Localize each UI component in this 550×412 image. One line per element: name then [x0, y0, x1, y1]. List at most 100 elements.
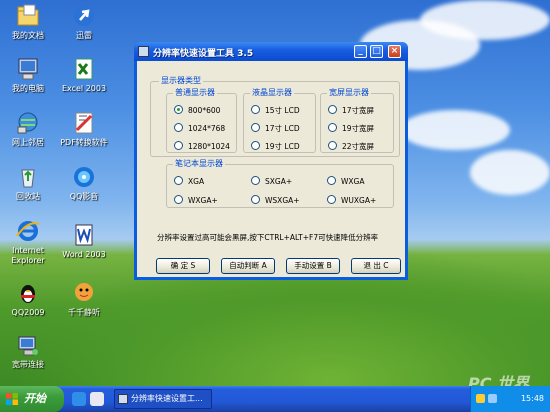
qq-player-shortcut[interactable]: QQ影音 [54, 164, 114, 202]
computer-icon [15, 56, 41, 82]
manual-set-button[interactable]: 手动设置 B [286, 258, 340, 274]
my-documents-shortcut[interactable]: 我的文档 [0, 3, 58, 41]
radio-dot [251, 105, 260, 114]
wide-display-group: 宽屏显示器 17寸宽屏 19寸宽屏 22寸宽屏 [320, 88, 394, 153]
desktop-icon-label: 千千静听 [68, 308, 100, 317]
radio-label: 800*600 [188, 106, 221, 115]
title-bar[interactable]: 分辨率快速设置工具 3.5 _ □ × [134, 42, 408, 61]
network-places-shortcut[interactable]: 网上邻居 [0, 110, 58, 148]
radio-dot [251, 123, 260, 132]
system-tray: 15:48 [470, 386, 550, 412]
desktop-icon-label: Internet Explorer [11, 246, 45, 265]
hint-text: 分辨率设置过高可能会黑屏,按下CTRL+ALT+F7可快速降低分辨率 [157, 233, 379, 242]
radio-1280x1024[interactable]: 1280*1024 [174, 141, 230, 151]
qq2009-shortcut[interactable]: QQ2009 [0, 280, 58, 318]
desktop-icon-label: QQ影音 [69, 192, 99, 201]
radio-lcd-15[interactable]: 15寸 LCD [251, 105, 300, 115]
desktop-icon-label: 网上邻居 [12, 138, 44, 147]
desktop-icon-label: QQ2009 [11, 308, 45, 317]
window-title: 分辨率快速设置工具 3.5 [153, 49, 254, 59]
broadband-connection-shortcut[interactable]: 宽带连接 [0, 332, 58, 370]
radio-label: 17寸 LCD [265, 124, 300, 133]
radio-label: WXGA [341, 177, 365, 186]
radio-800x600[interactable]: 800*600 [174, 105, 220, 115]
network-icon [15, 110, 41, 136]
windows-flag-icon [6, 393, 18, 405]
desktop-icon-label: 迅雷 [76, 31, 92, 40]
ttplayer-shortcut[interactable]: 千千静听 [54, 280, 114, 318]
word-shortcut[interactable]: Word 2003 [54, 222, 114, 260]
folder-icon [15, 3, 41, 29]
group-legend: 液晶显示器 [250, 88, 294, 98]
clock[interactable]: 15:48 [521, 394, 544, 403]
cloud [420, 0, 550, 40]
ttplayer-icon [71, 280, 97, 306]
radio-wide-19[interactable]: 19寸宽屏 [328, 123, 374, 133]
group-legend: 笔记本显示器 [173, 159, 225, 169]
radio-dot [327, 195, 336, 204]
radio-label: XGA [188, 177, 205, 186]
radio-label: WXGA+ [188, 196, 218, 205]
volume-icon[interactable] [476, 394, 485, 403]
group-legend: 宽屏显示器 [327, 88, 371, 98]
radio-sxga-plus[interactable]: SXGA+ [251, 176, 292, 186]
radio-lcd-17[interactable]: 17寸 LCD [251, 123, 300, 133]
desktop-icon-label: 宽带连接 [12, 360, 44, 369]
minimize-button[interactable]: _ [354, 45, 367, 58]
maximize-button[interactable]: □ [370, 45, 383, 58]
radio-wxga[interactable]: WXGA [327, 176, 365, 186]
taskbar-window-button[interactable]: 分辨率快速设置工... [114, 389, 212, 409]
pdf-converter-shortcut[interactable]: PDF转换软件 [54, 110, 114, 148]
auto-detect-button[interactable]: 自动判断 A [221, 258, 275, 274]
group-legend: 显示器类型 [159, 76, 203, 86]
notebook-display-group: 笔记本显示器 XGA SXGA+ WXGA WXGA+ WSXGA+ WUXGA… [166, 159, 394, 208]
internet-explorer-icon [15, 218, 41, 244]
close-button[interactable]: × [388, 45, 401, 58]
word-icon [71, 222, 97, 248]
radio-lcd-19[interactable]: 19寸 LCD [251, 141, 300, 151]
radio-dot [174, 141, 183, 150]
ie-quicklaunch-icon[interactable] [72, 392, 86, 406]
cloud [400, 110, 510, 150]
radio-label: 19寸宽屏 [342, 124, 375, 133]
radio-wide-17[interactable]: 17寸宽屏 [328, 105, 374, 115]
recycle-bin-shortcut[interactable]: 回收站 [0, 164, 58, 202]
radio-wsxga-plus[interactable]: WSXGA+ [251, 195, 300, 205]
ie-shortcut[interactable]: Internet Explorer [0, 218, 58, 266]
desktop-icon-label: Word 2003 [62, 250, 106, 259]
network-tray-icon[interactable] [488, 394, 497, 403]
ok-button[interactable]: 确 定 S [156, 258, 210, 274]
radio-label: 1280*1024 [188, 142, 230, 151]
radio-xga[interactable]: XGA [174, 176, 204, 186]
radio-wxga-plus[interactable]: WXGA+ [174, 195, 218, 205]
excel-icon [71, 56, 97, 82]
start-label: 开始 [24, 392, 46, 405]
resolution-tool-window: 分辨率快速设置工具 3.5 _ □ × 显示器类型 普通显示器 800*600 … [134, 42, 408, 280]
app-icon [138, 46, 149, 57]
recycle-bin-icon [15, 164, 41, 190]
radio-dot [251, 141, 260, 150]
window-client-area: 显示器类型 普通显示器 800*600 1024*768 1280*1024 液… [137, 61, 405, 277]
radio-1024x768[interactable]: 1024*768 [174, 123, 225, 133]
excel-shortcut[interactable]: Excel 2003 [54, 56, 114, 94]
radio-dot [174, 176, 183, 185]
broadband-icon [15, 332, 41, 358]
exit-button[interactable]: 退 出 C [351, 258, 401, 274]
radio-dot [251, 195, 260, 204]
start-button[interactable]: 开始 [0, 386, 64, 412]
radio-dot [327, 176, 336, 185]
desktop-icon-label: 我的文档 [12, 31, 44, 40]
desktop-icon-label: 我的电脑 [12, 84, 44, 93]
radio-wuxga-plus[interactable]: WUXGA+ [327, 195, 376, 205]
lcd-display-group: 液晶显示器 15寸 LCD 17寸 LCD 19寸 LCD [243, 88, 316, 153]
desktop-icon-label: Excel 2003 [61, 84, 107, 93]
radio-label: 22寸宽屏 [342, 142, 375, 151]
app-icon [118, 394, 128, 404]
my-computer-shortcut[interactable]: 我的电脑 [0, 56, 58, 94]
show-desktop-icon[interactable] [90, 392, 104, 406]
radio-wide-22[interactable]: 22寸宽屏 [328, 141, 374, 151]
radio-dot [251, 176, 260, 185]
radio-dot [174, 105, 183, 114]
pdf-icon [71, 110, 97, 136]
xunlei-shortcut[interactable]: 迅雷 [54, 3, 114, 41]
